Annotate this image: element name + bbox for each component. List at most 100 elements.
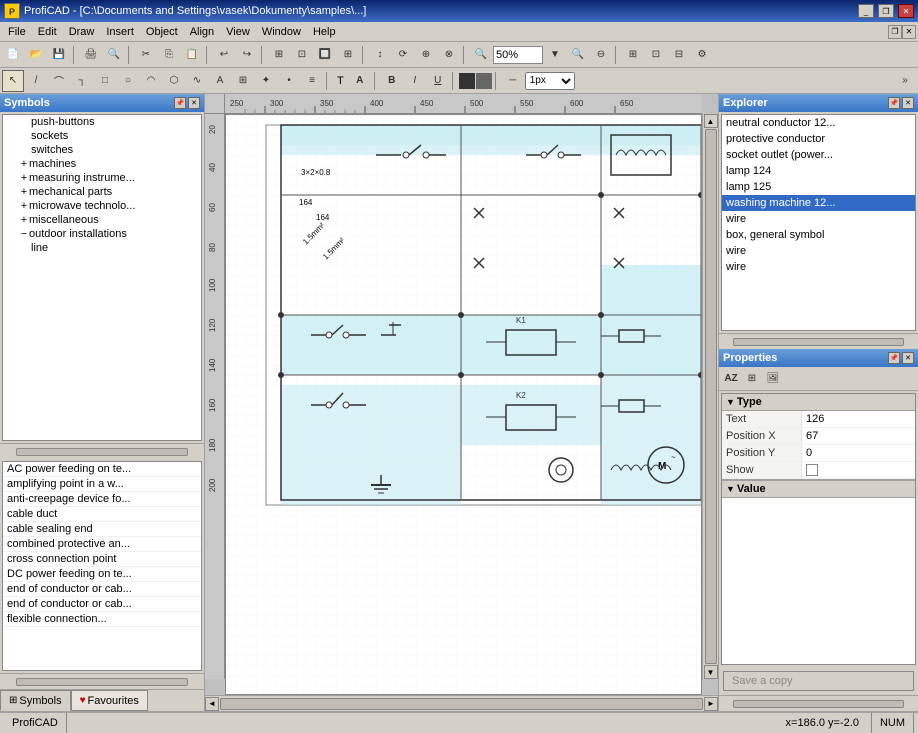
tb-btn5[interactable]: ↕ <box>369 44 391 66</box>
wire-btn[interactable]: ┐ <box>71 70 93 92</box>
desc-item-5[interactable]: cable sealing end <box>3 522 201 537</box>
desc-item-1[interactable]: AC power feeding on te... <box>3 462 201 477</box>
zoom-dropdown[interactable]: ▼ <box>544 44 566 66</box>
junction-btn[interactable]: • <box>278 70 300 92</box>
desc-item-11[interactable]: flexible connection... <box>3 612 201 627</box>
save-btn[interactable]: 💾 <box>48 44 70 66</box>
desc-item-8[interactable]: DC power feeding on te... <box>3 567 201 582</box>
desc-panel[interactable]: AC power feeding on te... amplifying poi… <box>2 461 202 671</box>
explorer-item-8[interactable]: box, general symbol <box>722 227 915 243</box>
tree-item-microwave[interactable]: +microwave technolo... <box>3 199 201 213</box>
tb-btn13[interactable]: ⚙ <box>691 44 713 66</box>
new-btn[interactable]: 📄 <box>2 44 24 66</box>
desc-hscroll[interactable] <box>0 673 204 689</box>
canvas-hscroll[interactable]: ◄ ► <box>205 695 718 711</box>
drawing-canvas[interactable]: 1.5mm² 1.5mm² 3×2×0.8 164 164 M ~ <box>225 114 702 695</box>
minimize-button[interactable]: _ <box>858 4 874 18</box>
symbols-pin-btn[interactable]: 📌 <box>174 97 186 109</box>
symbols-tree[interactable]: push-buttons sockets switches +machines … <box>2 114 202 441</box>
desc-item-6[interactable]: combined protective an... <box>3 537 201 552</box>
menu-insert[interactable]: Insert <box>100 24 140 40</box>
underline-btn[interactable]: U <box>427 70 449 92</box>
explorer-item-7[interactable]: wire <box>722 211 915 227</box>
hscroll-left-btn[interactable]: ◄ <box>205 697 219 711</box>
save-copy-button[interactable]: Save a copy <box>723 671 914 691</box>
tb-btn9[interactable]: 🔍 <box>470 44 492 66</box>
explorer-item-5[interactable]: lamp 125 <box>722 179 915 195</box>
menu-align[interactable]: Align <box>184 24 220 40</box>
props-image-btn[interactable]: 🖼 <box>763 369 783 389</box>
explorer-item-3[interactable]: socket outlet (power... <box>722 147 915 163</box>
menu-window[interactable]: Window <box>256 24 307 40</box>
label-btn[interactable]: ⊞ <box>232 70 254 92</box>
canvas-container[interactable]: 250 300 350 400 450 500 550 600 650 <box>205 94 718 695</box>
color1-btn[interactable] <box>459 73 475 89</box>
menu-view[interactable]: View <box>220 24 256 40</box>
app-restore-button[interactable]: ❐ <box>888 25 902 39</box>
vscroll-down-btn[interactable]: ▼ <box>704 665 718 679</box>
props-content[interactable]: ▼ Type Text 126 Position X 67 Position Y… <box>721 393 916 665</box>
app-close-button[interactable]: ✕ <box>902 25 916 39</box>
desc-item-10[interactable]: end of conductor or cab... <box>3 597 201 612</box>
explorer-pin-btn[interactable]: 📌 <box>888 97 900 109</box>
line-btn[interactable]: / <box>25 70 47 92</box>
props-close-btn[interactable]: ✕ <box>902 352 914 364</box>
tb-btn7[interactable]: ⊕ <box>415 44 437 66</box>
open-btn[interactable]: 📂 <box>25 44 47 66</box>
menu-edit[interactable]: Edit <box>32 24 63 40</box>
menu-draw[interactable]: Draw <box>63 24 101 40</box>
desc-item-3[interactable]: anti-creepage device fo... <box>3 492 201 507</box>
tree-item-pushbuttons[interactable]: push-buttons <box>3 115 201 129</box>
props-sort-btn[interactable]: ⊞ <box>742 369 762 389</box>
extra-btn[interactable]: » <box>894 70 916 92</box>
desc-item-2[interactable]: amplifying point in a w... <box>3 477 201 492</box>
color2-btn[interactable] <box>476 73 492 89</box>
symbols-tree-hscroll[interactable] <box>0 443 204 459</box>
desc-item-9[interactable]: end of conductor or cab... <box>3 582 201 597</box>
bus-btn[interactable]: ≡ <box>301 70 323 92</box>
props-pin-btn[interactable]: 📌 <box>888 352 900 364</box>
explorer-close-btn[interactable]: ✕ <box>902 97 914 109</box>
close-button[interactable]: ✕ <box>898 4 914 18</box>
explorer-item-9[interactable]: wire <box>722 243 915 259</box>
props-sort-az-btn[interactable]: AZ <box>721 369 741 389</box>
marker-btn[interactable]: ✦ <box>255 70 277 92</box>
explorer-item-4[interactable]: lamp 124 <box>722 163 915 179</box>
polygon-btn[interactable]: ⬡ <box>163 70 185 92</box>
tree-item-misc[interactable]: +miscellaneous <box>3 213 201 227</box>
tree-item-outdoor[interactable]: −outdoor installations <box>3 227 201 241</box>
explorer-list[interactable]: neutral conductor 12... protective condu… <box>721 114 916 331</box>
line-width-select[interactable]: 1px 2px <box>525 72 575 90</box>
paste-btn[interactable]: 📋 <box>181 44 203 66</box>
bezier-btn[interactable]: ∿ <box>186 70 208 92</box>
tb-btn8[interactable]: ⊗ <box>438 44 460 66</box>
main-svg[interactable]: 1.5mm² 1.5mm² 3×2×0.8 164 164 M ~ <box>226 115 701 694</box>
tb-btn12[interactable]: ⊟ <box>668 44 690 66</box>
menu-help[interactable]: Help <box>307 24 342 40</box>
tree-item-line[interactable]: line <box>3 241 201 255</box>
tree-item-mechanical[interactable]: +mechanical parts <box>3 185 201 199</box>
zoom-in-btn[interactable]: 🔍 <box>567 44 589 66</box>
tb-btn4[interactable]: ⊞ <box>337 44 359 66</box>
explorer-item-6[interactable]: washing machine 12... <box>722 195 915 211</box>
arc-btn[interactable]: ◠ <box>140 70 162 92</box>
undo-btn[interactable]: ↩ <box>213 44 235 66</box>
redo-btn[interactable]: ↪ <box>236 44 258 66</box>
italic-btn[interactable]: I <box>404 70 426 92</box>
canvas-vscroll[interactable]: ▲ ▼ <box>702 114 718 679</box>
explorer-item-2[interactable]: protective conductor <box>722 131 915 147</box>
vscroll-up-btn[interactable]: ▲ <box>704 114 718 128</box>
line-style-btn[interactable]: ─ <box>502 70 524 92</box>
rect-btn[interactable]: □ <box>94 70 116 92</box>
tab-symbols[interactable]: ⊞ Symbols <box>0 690 71 711</box>
desc-item-7[interactable]: cross connection point <box>3 552 201 567</box>
tree-item-measuring[interactable]: +measuring instrume... <box>3 171 201 185</box>
symbols-close-btn[interactable]: ✕ <box>188 97 200 109</box>
show-checkbox[interactable] <box>806 464 818 476</box>
props-vscroll[interactable] <box>719 695 918 711</box>
tree-item-machines[interactable]: +machines <box>3 157 201 171</box>
desc-item-4[interactable]: cable duct <box>3 507 201 522</box>
explorer-hscroll[interactable] <box>719 333 918 349</box>
curve-btn[interactable]: ⌒ <box>48 70 70 92</box>
cursor-btn[interactable]: ↖ <box>2 70 24 92</box>
